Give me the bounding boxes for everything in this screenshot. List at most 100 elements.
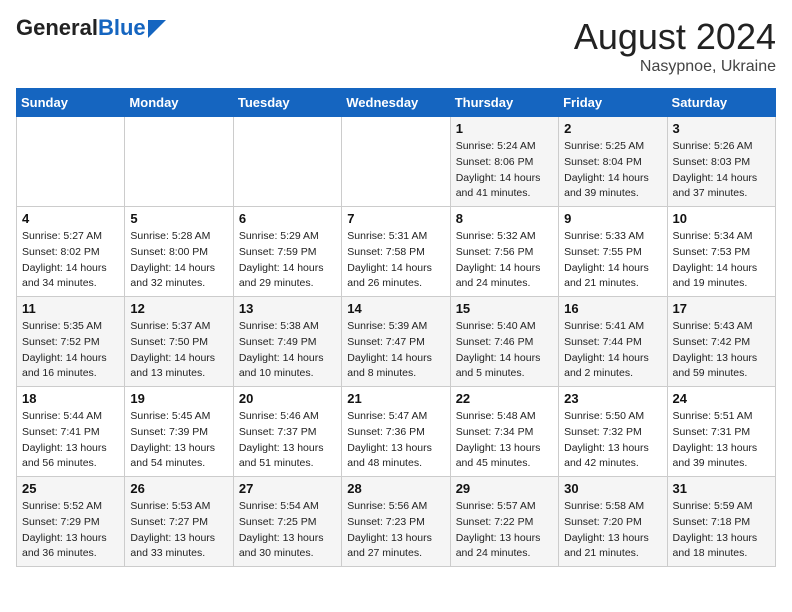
- day-number: 30: [564, 481, 661, 496]
- day-info: Sunrise: 5:48 AMSunset: 7:34 PMDaylight:…: [456, 409, 553, 472]
- header-wednesday: Wednesday: [342, 89, 450, 117]
- day-info: Sunrise: 5:24 AMSunset: 8:06 PMDaylight:…: [456, 139, 553, 202]
- calendar-week-4: 18Sunrise: 5:44 AMSunset: 7:41 PMDayligh…: [17, 387, 776, 477]
- day-info: Sunrise: 5:45 AMSunset: 7:39 PMDaylight:…: [130, 409, 227, 472]
- table-row: 21 Sunrise: 5:47 AMSunset: 7:36 PMDayligh…: [342, 387, 450, 477]
- calendar-month-year: August 2024: [574, 16, 776, 58]
- day-info: Sunrise: 5:40 AMSunset: 7:46 PMDaylight:…: [456, 319, 553, 382]
- logo: GeneralBlue: [16, 16, 166, 40]
- day-number: 23: [564, 391, 661, 406]
- day-number: 3: [673, 121, 770, 136]
- day-info: Sunrise: 5:39 AMSunset: 7:47 PMDaylight:…: [347, 319, 444, 382]
- day-number: 12: [130, 301, 227, 316]
- table-row: 17 Sunrise: 5:43 AMSunset: 7:42 PMDayligh…: [667, 297, 775, 387]
- day-number: 1: [456, 121, 553, 136]
- day-number: 10: [673, 211, 770, 226]
- day-number: 21: [347, 391, 444, 406]
- day-number: 20: [239, 391, 336, 406]
- day-info: Sunrise: 5:52 AMSunset: 7:29 PMDaylight:…: [22, 499, 119, 562]
- table-row: 10 Sunrise: 5:34 AMSunset: 7:53 PMDayligh…: [667, 207, 775, 297]
- table-row: 3 Sunrise: 5:26 AMSunset: 8:03 PMDaylight…: [667, 117, 775, 207]
- day-info: Sunrise: 5:57 AMSunset: 7:22 PMDaylight:…: [456, 499, 553, 562]
- day-info: Sunrise: 5:54 AMSunset: 7:25 PMDaylight:…: [239, 499, 336, 562]
- day-number: 5: [130, 211, 227, 226]
- table-row: 27 Sunrise: 5:54 AMSunset: 7:25 PMDayligh…: [233, 477, 341, 567]
- table-row: 29 Sunrise: 5:57 AMSunset: 7:22 PMDayligh…: [450, 477, 558, 567]
- header-saturday: Saturday: [667, 89, 775, 117]
- table-row: 24 Sunrise: 5:51 AMSunset: 7:31 PMDayligh…: [667, 387, 775, 477]
- day-number: 4: [22, 211, 119, 226]
- day-number: 8: [456, 211, 553, 226]
- day-number: 17: [673, 301, 770, 316]
- table-row: 16 Sunrise: 5:41 AMSunset: 7:44 PMDayligh…: [559, 297, 667, 387]
- table-row: 14 Sunrise: 5:39 AMSunset: 7:47 PMDayligh…: [342, 297, 450, 387]
- day-number: 14: [347, 301, 444, 316]
- day-number: 19: [130, 391, 227, 406]
- table-row: 25Sunrise: 5:52 AMSunset: 7:29 PMDayligh…: [17, 477, 125, 567]
- calendar-week-3: 11Sunrise: 5:35 AMSunset: 7:52 PMDayligh…: [17, 297, 776, 387]
- calendar-location: Nasypnoe, Ukraine: [574, 58, 776, 76]
- table-row: 12 Sunrise: 5:37 AMSunset: 7:50 PMDayligh…: [125, 297, 233, 387]
- day-info: Sunrise: 5:34 AMSunset: 7:53 PMDaylight:…: [673, 229, 770, 292]
- table-row: 8 Sunrise: 5:32 AMSunset: 7:56 PMDaylight…: [450, 207, 558, 297]
- day-number: 16: [564, 301, 661, 316]
- day-number: 31: [673, 481, 770, 496]
- day-info: Sunrise: 5:26 AMSunset: 8:03 PMDaylight:…: [673, 139, 770, 202]
- day-info: Sunrise: 5:41 AMSunset: 7:44 PMDaylight:…: [564, 319, 661, 382]
- day-info: Sunrise: 5:53 AMSunset: 7:27 PMDaylight:…: [130, 499, 227, 562]
- day-number: 7: [347, 211, 444, 226]
- day-info: Sunrise: 5:32 AMSunset: 7:56 PMDaylight:…: [456, 229, 553, 292]
- day-info: Sunrise: 5:37 AMSunset: 7:50 PMDaylight:…: [130, 319, 227, 382]
- day-info: Sunrise: 5:38 AMSunset: 7:49 PMDaylight:…: [239, 319, 336, 382]
- day-number: 9: [564, 211, 661, 226]
- table-row: 4 Sunrise: 5:27 AMSunset: 8:02 PMDaylight…: [17, 207, 125, 297]
- day-number: 15: [456, 301, 553, 316]
- table-row: [342, 117, 450, 207]
- table-row: 6 Sunrise: 5:29 AMSunset: 7:59 PMDaylight…: [233, 207, 341, 297]
- logo-arrow-icon: [148, 20, 166, 38]
- table-row: 5 Sunrise: 5:28 AMSunset: 8:00 PMDaylight…: [125, 207, 233, 297]
- table-row: 26Sunrise: 5:53 AMSunset: 7:27 PMDayligh…: [125, 477, 233, 567]
- table-row: 11Sunrise: 5:35 AMSunset: 7:52 PMDayligh…: [17, 297, 125, 387]
- day-info: Sunrise: 5:25 AMSunset: 8:04 PMDaylight:…: [564, 139, 661, 202]
- day-number: 18: [22, 391, 119, 406]
- calendar-week-1: 1 Sunrise: 5:24 AMSunset: 8:06 PMDaylight…: [17, 117, 776, 207]
- day-info: Sunrise: 5:33 AMSunset: 7:55 PMDaylight:…: [564, 229, 661, 292]
- header-friday: Friday: [559, 89, 667, 117]
- day-info: Sunrise: 5:29 AMSunset: 7:59 PMDaylight:…: [239, 229, 336, 292]
- header-sunday: Sunday: [17, 89, 125, 117]
- day-number: 29: [456, 481, 553, 496]
- table-row: 1 Sunrise: 5:24 AMSunset: 8:06 PMDaylight…: [450, 117, 558, 207]
- table-row: 22Sunrise: 5:48 AMSunset: 7:34 PMDayligh…: [450, 387, 558, 477]
- day-info: Sunrise: 5:27 AMSunset: 8:02 PMDaylight:…: [22, 229, 119, 292]
- page-header: GeneralBlue August 2024 Nasypnoe, Ukrain…: [16, 16, 776, 76]
- table-row: 28Sunrise: 5:56 AMSunset: 7:23 PMDayligh…: [342, 477, 450, 567]
- day-number: 6: [239, 211, 336, 226]
- day-info: Sunrise: 5:28 AMSunset: 8:00 PMDaylight:…: [130, 229, 227, 292]
- table-row: 13 Sunrise: 5:38 AMSunset: 7:49 PMDayligh…: [233, 297, 341, 387]
- calendar-week-2: 4 Sunrise: 5:27 AMSunset: 8:02 PMDaylight…: [17, 207, 776, 297]
- calendar-week-5: 25Sunrise: 5:52 AMSunset: 7:29 PMDayligh…: [17, 477, 776, 567]
- header-tuesday: Tuesday: [233, 89, 341, 117]
- calendar-table: Sunday Monday Tuesday Wednesday Thursday…: [16, 88, 776, 567]
- table-row: 2Sunrise: 5:25 AMSunset: 8:04 PMDaylight…: [559, 117, 667, 207]
- table-row: 30 Sunrise: 5:58 AMSunset: 7:20 PMDayligh…: [559, 477, 667, 567]
- table-row: [17, 117, 125, 207]
- table-row: 19 Sunrise: 5:45 AMSunset: 7:39 PMDayligh…: [125, 387, 233, 477]
- day-number: 27: [239, 481, 336, 496]
- day-info: Sunrise: 5:50 AMSunset: 7:32 PMDaylight:…: [564, 409, 661, 472]
- day-number: 24: [673, 391, 770, 406]
- day-number: 13: [239, 301, 336, 316]
- day-info: Sunrise: 5:47 AMSunset: 7:36 PMDaylight:…: [347, 409, 444, 472]
- day-number: 28: [347, 481, 444, 496]
- table-row: 7 Sunrise: 5:31 AMSunset: 7:58 PMDaylight…: [342, 207, 450, 297]
- day-info: Sunrise: 5:35 AMSunset: 7:52 PMDaylight:…: [22, 319, 119, 382]
- day-info: Sunrise: 5:58 AMSunset: 7:20 PMDaylight:…: [564, 499, 661, 562]
- day-info: Sunrise: 5:51 AMSunset: 7:31 PMDaylight:…: [673, 409, 770, 472]
- header-thursday: Thursday: [450, 89, 558, 117]
- day-info: Sunrise: 5:31 AMSunset: 7:58 PMDaylight:…: [347, 229, 444, 292]
- calendar-header-row: Sunday Monday Tuesday Wednesday Thursday…: [17, 89, 776, 117]
- day-info: Sunrise: 5:43 AMSunset: 7:42 PMDaylight:…: [673, 319, 770, 382]
- table-row: 23 Sunrise: 5:50 AMSunset: 7:32 PMDayligh…: [559, 387, 667, 477]
- table-row: 15 Sunrise: 5:40 AMSunset: 7:46 PMDayligh…: [450, 297, 558, 387]
